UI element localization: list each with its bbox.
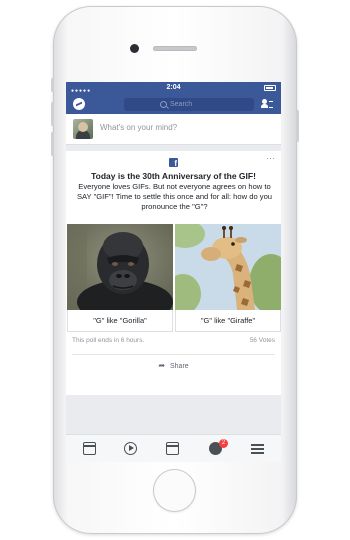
search-icon xyxy=(160,101,167,108)
poll-footer: This poll ends in 6 hours. 56 Votes xyxy=(72,337,275,344)
poll-post-card: f ··· Today is the 30th Anniversary of t… xyxy=(66,151,281,395)
share-label: Share xyxy=(169,363,189,370)
nav-bar: Search xyxy=(66,94,281,114)
volume-up-button xyxy=(51,102,54,126)
friend-requests-icon[interactable] xyxy=(261,99,273,109)
composer-prompt[interactable]: What's on your mind? xyxy=(100,123,177,132)
poll-option-giraffe[interactable]: "G" like "Giraffe" xyxy=(175,224,281,332)
marketplace-tab-icon[interactable] xyxy=(166,442,179,455)
share-arrow-icon: ➦ xyxy=(158,361,166,370)
mute-switch xyxy=(51,78,54,92)
volume-down-button xyxy=(51,132,54,156)
home-button[interactable] xyxy=(153,469,196,512)
more-options-button[interactable]: ··· xyxy=(266,153,275,163)
gorilla-image[interactable] xyxy=(67,224,173,310)
video-tab-icon[interactable] xyxy=(124,442,137,455)
poll-option-label[interactable]: "G" like "Giraffe" xyxy=(175,310,281,332)
poll-status: This poll ends in 6 hours. xyxy=(72,337,145,344)
share-button[interactable]: ➦ Share xyxy=(66,361,281,370)
avatar xyxy=(73,119,93,139)
front-camera xyxy=(130,44,139,53)
poll-option-label[interactable]: "G" like "Gorilla" xyxy=(67,310,173,332)
status-bar: ●●●●● 2:04 xyxy=(66,82,281,94)
post-title: Today is the 30th Anniversary of the GIF… xyxy=(91,171,256,181)
battery-icon xyxy=(264,85,276,91)
poll-options: "G" like "Gorilla" "G" like "Giraffe" xyxy=(66,224,281,332)
notifications-badge: 2 xyxy=(219,439,228,448)
giraffe-image[interactable] xyxy=(175,224,281,310)
status-composer[interactable]: What's on your mind? xyxy=(66,114,281,145)
news-feed-tab-icon[interactable] xyxy=(83,442,96,455)
divider xyxy=(72,354,275,355)
tab-bar: 2 xyxy=(66,434,281,462)
power-button xyxy=(296,110,299,142)
vote-count[interactable]: 56 Votes xyxy=(250,337,275,344)
status-time: 2:04 xyxy=(166,84,181,91)
screen: ●●●●● 2:04 Search What's on your mind? f… xyxy=(66,82,281,462)
post-description: Everyone loves GIFs. But not everyone ag… xyxy=(76,182,273,211)
facebook-logo-icon: f xyxy=(169,158,178,168)
menu-tab-icon[interactable] xyxy=(251,442,264,455)
search-input[interactable]: Search xyxy=(124,98,254,111)
poll-option-gorilla[interactable]: "G" like "Gorilla" xyxy=(67,224,173,332)
search-placeholder: Search xyxy=(170,101,193,108)
messenger-icon[interactable] xyxy=(73,98,85,110)
earpiece-speaker xyxy=(153,46,197,51)
